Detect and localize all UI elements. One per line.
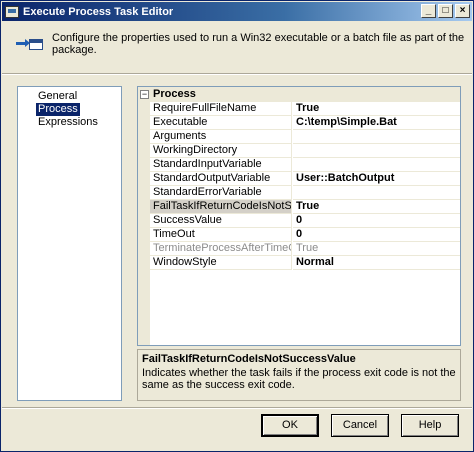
nav-item-expressions[interactable]: Expressions	[36, 116, 100, 129]
nav-item-general[interactable]: General	[36, 90, 79, 103]
nav-item-process[interactable]: Process	[36, 103, 80, 116]
property-row[interactable]: TimeOut 0	[138, 228, 460, 242]
title-bar[interactable]: Execute Process Task Editor _ □ ×	[2, 2, 472, 21]
property-row[interactable]: Arguments	[138, 130, 460, 144]
property-value[interactable]: True	[293, 200, 460, 214]
property-row[interactable]: StandardOutputVariable User::BatchOutput	[138, 172, 460, 186]
minimize-button[interactable]: _	[421, 4, 436, 18]
header-banner: Configure the properties used to run a W…	[2, 21, 472, 71]
property-name: RequireFullFileName	[150, 102, 292, 116]
property-value[interactable]	[293, 144, 460, 158]
dialog-window: Execute Process Task Editor _ □ × Config…	[0, 0, 474, 452]
description-text: Indicates whether the task fails if the …	[142, 367, 456, 391]
description-title: FailTaskIfReturnCodeIsNotSuccessValue	[142, 353, 356, 365]
property-name: Arguments	[150, 130, 292, 144]
page-navigation-list: General Process Expressions	[17, 86, 122, 401]
property-value[interactable]	[293, 130, 460, 144]
category-label: Process	[153, 88, 196, 100]
property-value[interactable]: User::BatchOutput	[293, 172, 460, 186]
property-value[interactable]: 0	[293, 228, 460, 242]
property-name: TimeOut	[150, 228, 292, 242]
property-name: SuccessValue	[150, 214, 292, 228]
cancel-button[interactable]: Cancel	[331, 414, 389, 437]
property-row-selected[interactable]: FailTaskIfReturnCodeIsNotSuccessValue Tr…	[138, 200, 460, 214]
collapse-icon[interactable]: −	[140, 90, 149, 99]
property-value[interactable]: 0	[293, 214, 460, 228]
header-divider	[2, 73, 472, 75]
category-row-process[interactable]: − Process	[138, 87, 460, 102]
property-row[interactable]: SuccessValue 0	[138, 214, 460, 228]
property-value[interactable]: Normal	[293, 256, 460, 270]
property-row[interactable]: Executable C:\temp\Simple.Bat	[138, 116, 460, 130]
property-name: TerminateProcessAfterTimeOut	[150, 242, 292, 256]
property-name: StandardInputVariable	[150, 158, 292, 172]
property-value[interactable]: C:\temp\Simple.Bat	[293, 116, 460, 130]
execute-process-icon	[16, 37, 44, 55]
maximize-button[interactable]: □	[438, 4, 453, 18]
property-name: StandardOutputVariable	[150, 172, 292, 186]
property-value[interactable]	[293, 186, 460, 200]
property-row[interactable]: StandardInputVariable	[138, 158, 460, 172]
window-title: Execute Process Task Editor	[23, 5, 174, 18]
property-grid: − Process RequireFullFileName True Execu…	[137, 86, 461, 346]
property-value[interactable]	[293, 158, 460, 172]
property-value[interactable]: True	[293, 102, 460, 116]
ok-button[interactable]: OK	[261, 414, 319, 437]
property-row[interactable]: RequireFullFileName True	[138, 102, 460, 116]
property-row[interactable]: WorkingDirectory	[138, 144, 460, 158]
property-row-disabled: TerminateProcessAfterTimeOut True	[138, 242, 460, 256]
property-name: StandardErrorVariable	[150, 186, 292, 200]
header-description: Configure the properties used to run a W…	[52, 32, 465, 56]
property-description-panel: FailTaskIfReturnCodeIsNotSuccessValue In…	[137, 349, 461, 401]
property-name: WorkingDirectory	[150, 144, 292, 158]
property-row[interactable]: StandardErrorVariable	[138, 186, 460, 200]
property-name: Executable	[150, 116, 292, 130]
property-name: WindowStyle	[150, 256, 292, 270]
window-controls: _ □ ×	[421, 4, 470, 18]
help-button[interactable]: Help	[401, 414, 459, 437]
app-icon	[5, 5, 19, 18]
close-button[interactable]: ×	[455, 4, 470, 18]
footer-divider	[2, 407, 472, 409]
property-name: FailTaskIfReturnCodeIsNotSuccessValue	[150, 200, 292, 214]
property-value: True	[293, 242, 460, 256]
property-row[interactable]: WindowStyle Normal	[138, 256, 460, 270]
